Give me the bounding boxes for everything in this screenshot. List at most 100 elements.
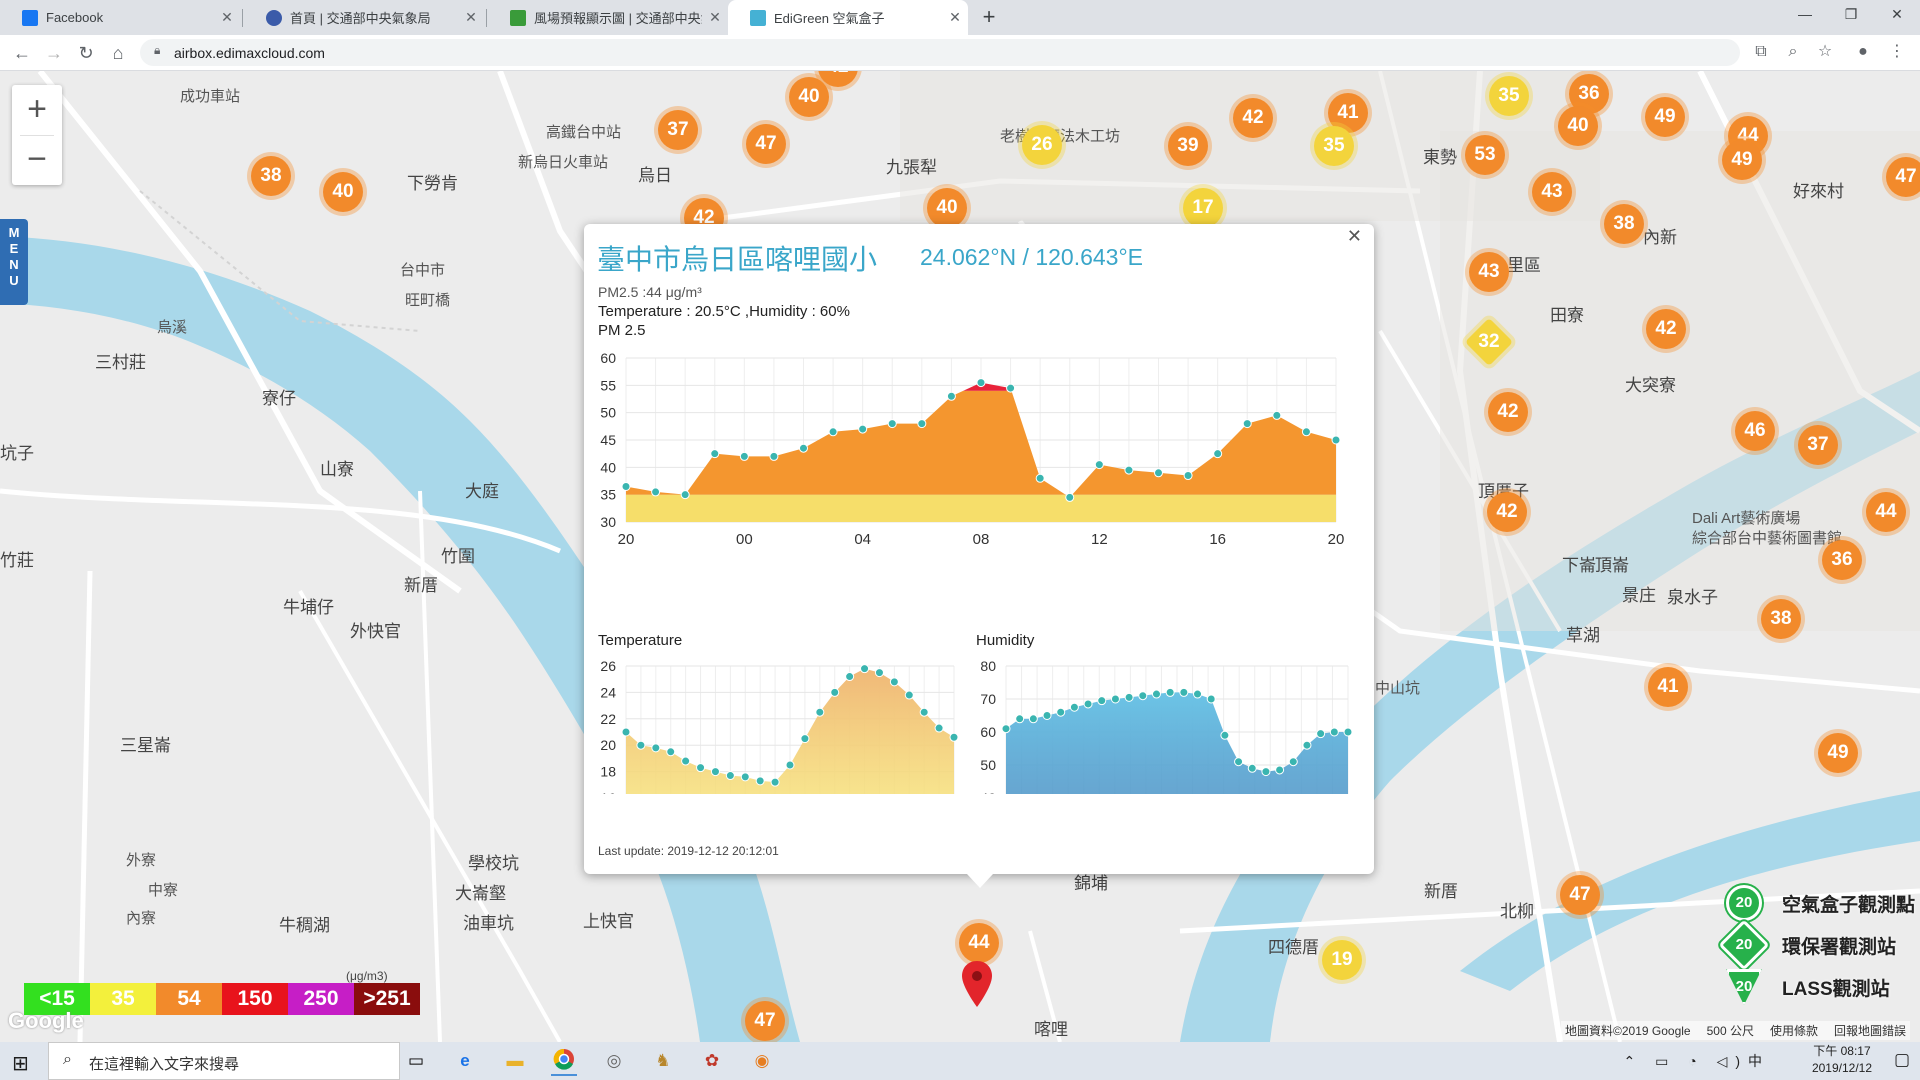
- edge-icon[interactable]: e: [452, 1048, 478, 1074]
- taskbar-search[interactable]: ⌕ 在這裡輸入文字來搜尋: [48, 1042, 400, 1080]
- map-label: 頂崙: [1595, 556, 1629, 575]
- zoom-out-button[interactable]: −: [12, 135, 62, 185]
- station-marker[interactable]: 43: [1469, 252, 1509, 292]
- tab-wind-forecast[interactable]: 風場預報顯示圖 | 交通部中央氣象局 ✕: [488, 0, 728, 35]
- station-marker[interactable]: 47: [746, 124, 786, 164]
- close-tab-icon[interactable]: ✕: [942, 9, 968, 26]
- station-marker[interactable]: 47: [1560, 875, 1600, 915]
- y-tick-label: 80: [980, 658, 996, 674]
- station-marker[interactable]: 38: [251, 156, 291, 196]
- app-icon[interactable]: ♞: [650, 1048, 676, 1074]
- profile-icon[interactable]: ●: [1852, 41, 1874, 63]
- maximize-button[interactable]: ❐: [1828, 0, 1874, 30]
- station-marker[interactable]: 32: [1464, 317, 1514, 367]
- station-marker[interactable]: 35: [1489, 76, 1529, 116]
- terms-link[interactable]: 使用條款: [1770, 1022, 1818, 1039]
- station-marker[interactable]: 42: [1488, 392, 1528, 432]
- map-canvas[interactable]: 成功車站 高鐵台中站 新烏日火車站 烏日 下勞肯 九張犁 老樹根魔法木工坊 台中…: [0, 71, 1920, 1042]
- file-explorer-icon[interactable]: ▬: [502, 1048, 528, 1074]
- station-marker[interactable]: 46: [1735, 411, 1775, 451]
- translate-icon[interactable]: ⧉: [1750, 41, 1772, 63]
- notification-icon[interactable]: ▢: [1894, 1050, 1910, 1070]
- station-marker[interactable]: 44: [1866, 492, 1906, 532]
- station-marker[interactable]: 42: [1646, 309, 1686, 349]
- clock[interactable]: 下午 08:17 2019/12/12: [1812, 1043, 1872, 1077]
- task-view-icon[interactable]: ▭: [403, 1048, 429, 1074]
- station-type-epa[interactable]: 20 環保署觀測站: [1718, 919, 1896, 971]
- station-marker[interactable]: 47: [745, 1001, 785, 1041]
- close-window-button[interactable]: ✕: [1874, 0, 1920, 30]
- station-marker[interactable]: 49: [1818, 733, 1858, 773]
- legend-level: 54: [156, 983, 222, 1015]
- date: 2019/12/12: [1811, 1061, 1872, 1075]
- menu-button[interactable]: M E N U: [0, 219, 28, 305]
- tab-edigreen[interactable]: EdiGreen 空氣盒子 ✕: [728, 0, 968, 35]
- ime-indicator[interactable]: 中: [1748, 1053, 1770, 1069]
- chrome-icon[interactable]: [551, 1048, 577, 1076]
- zoom-icon[interactable]: ⌕: [1782, 41, 1804, 63]
- back-arrow-icon[interactable]: ←: [8, 39, 36, 67]
- data-point: [799, 443, 808, 453]
- report-error-link[interactable]: 回報地圖錯誤: [1834, 1022, 1906, 1039]
- station-marker[interactable]: 47: [1886, 157, 1920, 197]
- menu-dots-icon[interactable]: ⋮: [1886, 41, 1908, 63]
- home-icon[interactable]: ⌂: [104, 39, 132, 67]
- zoom-in-button[interactable]: +: [12, 85, 62, 135]
- station-marker[interactable]: 39: [1168, 126, 1208, 166]
- data-point: [651, 487, 661, 497]
- tab-facebook[interactable]: Facebook ✕: [0, 0, 240, 35]
- reload-icon[interactable]: ↻: [72, 39, 100, 67]
- legend-level: >251: [354, 983, 420, 1015]
- location-pin-icon[interactable]: [962, 961, 992, 1007]
- station-marker[interactable]: 19: [1322, 940, 1362, 980]
- station-marker[interactable]: 17: [1183, 188, 1223, 228]
- url-text[interactable]: airbox.edimaxcloud.com: [174, 45, 325, 61]
- station-type-airbox[interactable]: 20 空氣盒子觀測點: [1726, 885, 1915, 921]
- address-bar[interactable]: 🔒︎ airbox.edimaxcloud.com: [140, 39, 1740, 66]
- close-tab-icon[interactable]: ✕: [702, 9, 728, 26]
- station-marker[interactable]: 40: [927, 188, 967, 228]
- data-point: [1183, 471, 1193, 481]
- close-tab-icon[interactable]: ✕: [458, 9, 484, 26]
- station-marker[interactable]: 37: [658, 110, 698, 150]
- map-label: 下勞肯: [407, 174, 458, 193]
- map-label: 泉水子: [1667, 588, 1718, 607]
- bookmark-star-icon[interactable]: ☆: [1814, 41, 1836, 63]
- station-marker[interactable]: 35: [1314, 126, 1354, 166]
- station-marker[interactable]: 38: [1604, 204, 1644, 244]
- station-marker[interactable]: 40: [1558, 106, 1598, 146]
- station-marker[interactable]: 49: [1645, 97, 1685, 137]
- station-type-lass[interactable]: 20 LASS觀測站: [1726, 969, 1890, 1005]
- humidity-chart: 40 50 60 70 80: [980, 658, 1353, 794]
- station-name: 臺中市烏日區喀哩國小: [597, 244, 878, 275]
- forward-arrow-icon[interactable]: →: [40, 39, 68, 67]
- app-icon[interactable]: ◎: [601, 1048, 627, 1074]
- tab-title: 首頁 | 交通部中央氣象局: [290, 11, 431, 26]
- station-marker[interactable]: 38: [1761, 599, 1801, 639]
- station-marker[interactable]: 42: [1487, 492, 1527, 532]
- new-tab-button[interactable]: +: [976, 5, 1002, 31]
- station-marker[interactable]: 26: [1022, 125, 1062, 165]
- station-marker[interactable]: 40: [789, 77, 829, 117]
- windows-start-icon[interactable]: ⊞: [12, 1051, 29, 1076]
- station-marker[interactable]: 49: [1722, 140, 1762, 180]
- station-marker[interactable]: 37: [1798, 425, 1838, 465]
- station-marker[interactable]: 36: [1822, 540, 1862, 580]
- app-icon[interactable]: ✿: [699, 1048, 725, 1074]
- station-marker[interactable]: 43: [1532, 172, 1572, 212]
- temp-humidity-reading: Temperature : 20.5°C ,Humidity : 60%: [598, 303, 850, 320]
- tab-cwb-home[interactable]: 首頁 | 交通部中央氣象局 ✕: [244, 0, 484, 35]
- station-marker[interactable]: 41: [1648, 667, 1688, 707]
- station-marker[interactable]: 53: [1465, 135, 1505, 175]
- close-tab-icon[interactable]: ✕: [214, 9, 240, 26]
- close-popup-button[interactable]: ✕: [1347, 226, 1362, 247]
- system-tray[interactable]: ⌃ ▭ ◔ ◁)中: [1623, 1051, 1770, 1071]
- station-marker[interactable]: 40: [323, 172, 363, 212]
- data-point: [1124, 465, 1134, 475]
- epa-badge: 20: [1718, 919, 1770, 971]
- app-icon[interactable]: ◉: [749, 1048, 775, 1074]
- station-marker[interactable]: 44: [959, 923, 999, 963]
- station-marker[interactable]: 42: [1233, 98, 1273, 138]
- minimize-button[interactable]: —: [1782, 0, 1828, 30]
- data-point: [1206, 694, 1216, 704]
